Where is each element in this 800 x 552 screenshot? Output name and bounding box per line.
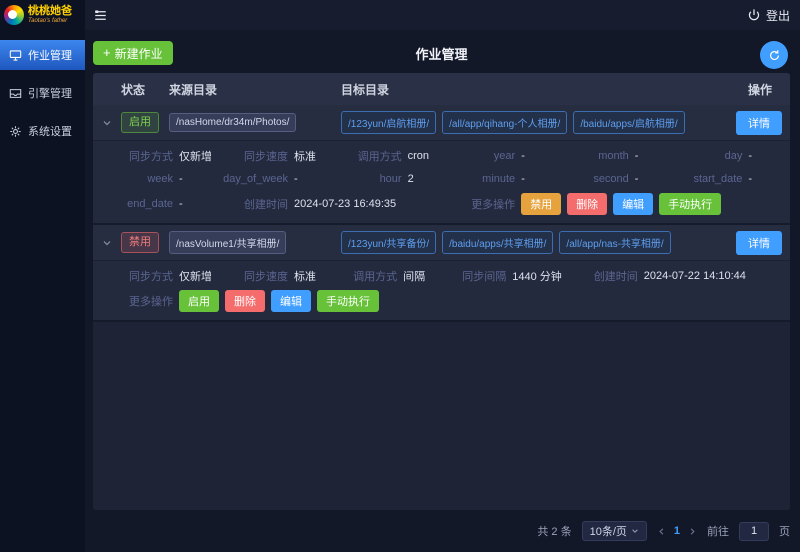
field-sync-mode: 同步方式 仅新增 [97, 147, 212, 165]
target-dir-list: /123yun/启航相册/ /all/app/qihang-个人相册/ /bai… [341, 111, 698, 134]
gear-icon [9, 125, 22, 138]
field-created: 创建时间 2024-07-22 14:10:44 [562, 267, 780, 285]
logout-label: 登出 [766, 7, 790, 24]
field-hour: hour 2 [326, 170, 440, 188]
page-size-select[interactable]: 10条/页 [582, 521, 647, 541]
chevron-down-icon[interactable] [93, 238, 121, 248]
table-header: 状态 来源目录 目标目录 操作 [93, 73, 790, 105]
page-unit-label: 页 [779, 523, 790, 539]
sidebar-item-jobs[interactable]: 作业管理 [0, 40, 85, 70]
field-second: second - [553, 170, 667, 188]
table-empty-space [93, 322, 790, 510]
row-details: 同步方式 仅新增 同步速度 标准 调用方式 间隔 同步间隔 [93, 261, 790, 322]
brand-logo-icon [4, 5, 24, 25]
inbox-icon [9, 87, 22, 100]
field-sync-mode: 同步方式 仅新增 [97, 267, 212, 285]
pagination: 共 2 条 10条/页 1 前往 页 [93, 518, 790, 544]
topbar: 登出 [85, 0, 800, 30]
target-dir-tag: /baidu/apps/启航相册/ [573, 111, 684, 134]
next-page-button[interactable] [688, 527, 697, 536]
monitor-icon [9, 49, 22, 62]
brand-subtitle: Taotao's father [28, 18, 72, 24]
toolbar: 新建作业 作业管理 [93, 37, 790, 69]
field-month: month - [553, 147, 667, 165]
menu-fold-icon[interactable] [91, 6, 109, 24]
goto-page-input[interactable] [739, 522, 769, 541]
field-more-actions: 更多操作 禁用 删除 编辑 手动执行 [439, 193, 780, 215]
detail-button[interactable]: 详情 [736, 231, 782, 255]
brand-logo: 桃桃她爸 Taotao's father [0, 0, 85, 30]
sidebar-item-settings[interactable]: 系统设置 [0, 116, 85, 146]
status-badge: 禁用 [121, 232, 159, 252]
sidebar: 桃桃她爸 Taotao's father 作业管理 引擎管理 [0, 0, 85, 552]
target-dir-tag: /all/app/nas-共享相册/ [559, 231, 670, 254]
delete-button[interactable]: 删除 [225, 290, 265, 312]
content: 新建作业 作业管理 状态 来源目录 目标目录 操作 [85, 30, 800, 552]
field-day: day - [666, 147, 780, 165]
plus-icon [103, 46, 111, 60]
target-dir-tag: /123yun/启航相册/ [341, 111, 436, 134]
source-dir-tag: /nasHome/dr34m/Photos/ [169, 113, 296, 132]
source-dir-tag: /nasVolume1/共享相册/ [169, 231, 286, 254]
chevron-left-icon [657, 527, 666, 536]
field-created: 创建时间 2024-07-23 16:49:35 [212, 193, 439, 215]
main-area: 登出 新建作业 作业管理 状态 [85, 0, 800, 552]
sidebar-item-engine[interactable]: 引擎管理 [0, 78, 85, 108]
page-title: 作业管理 [93, 44, 790, 63]
field-more-actions: 更多操作 启用 删除 编辑 手动执行 [97, 290, 780, 312]
edit-button[interactable]: 编辑 [613, 193, 653, 215]
page-size-value: 10条/页 [590, 523, 627, 539]
brand-title: 桃桃她爸 [28, 6, 72, 17]
field-end-date: end_date - [97, 193, 212, 215]
sidebar-item-label: 引擎管理 [28, 85, 72, 101]
goto-label: 前往 [707, 523, 729, 539]
chevron-down-icon [631, 527, 639, 535]
target-dir-list: /123yun/共享备份/ /baidu/apps/共享相册/ /all/app… [341, 231, 698, 254]
delete-button[interactable]: 删除 [567, 193, 607, 215]
page-number-button[interactable]: 1 [674, 525, 680, 537]
enable-button[interactable]: 启用 [179, 290, 219, 312]
refresh-button[interactable] [760, 41, 788, 69]
field-sync-speed: 同步速度 标准 [212, 267, 321, 285]
chevron-down-icon[interactable] [93, 118, 121, 128]
status-badge: 启用 [121, 112, 159, 132]
field-day-of-week: day_of_week - [212, 170, 326, 188]
new-job-button[interactable]: 新建作业 [93, 41, 173, 65]
field-invoke-mode: 调用方式 cron [326, 147, 440, 165]
row-details: 同步方式 仅新增 同步速度 标准 调用方式 cron year [93, 141, 790, 225]
target-dir-tag: /baidu/apps/共享相册/ [442, 231, 553, 254]
target-dir-tag: /123yun/共享备份/ [341, 231, 436, 254]
field-year: year - [439, 147, 553, 165]
table-row: 禁用 /nasVolume1/共享相册/ /123yun/共享备份/ /baid… [93, 225, 790, 261]
target-dir-tag: /all/app/qihang-个人相册/ [442, 111, 567, 134]
logout-button[interactable]: 登出 [747, 7, 790, 24]
col-target: 目标目录 [341, 81, 698, 98]
field-sync-interval: 同步间隔 1440 分钟 [430, 267, 562, 285]
sidebar-item-label: 作业管理 [28, 47, 72, 63]
app-root: 桃桃她爸 Taotao's father 作业管理 引擎管理 [0, 0, 800, 552]
col-actions: 操作 [698, 81, 790, 98]
edit-button[interactable]: 编辑 [271, 290, 311, 312]
new-job-label: 新建作业 [115, 45, 163, 62]
total-count: 共 2 条 [537, 523, 571, 539]
field-sync-speed: 同步速度 标准 [212, 147, 326, 165]
prev-page-button[interactable] [657, 527, 666, 536]
refresh-icon [768, 49, 781, 62]
field-invoke-mode: 调用方式 间隔 [321, 267, 430, 285]
table-row: 启用 /nasHome/dr34m/Photos/ /123yun/启航相册/ … [93, 105, 790, 141]
field-minute: minute - [439, 170, 553, 188]
chevron-right-icon [688, 527, 697, 536]
sidebar-nav: 作业管理 引擎管理 系统设置 [0, 40, 85, 146]
jobs-table: 状态 来源目录 目标目录 操作 启用 /nasHome/dr34m/Photos… [93, 73, 790, 510]
manual-run-button[interactable]: 手动执行 [317, 290, 379, 312]
manual-run-button[interactable]: 手动执行 [659, 193, 721, 215]
disable-button[interactable]: 禁用 [521, 193, 561, 215]
col-source: 来源目录 [169, 81, 341, 98]
power-icon [747, 8, 761, 22]
col-status: 状态 [121, 81, 169, 98]
field-week: week - [97, 170, 212, 188]
detail-button[interactable]: 详情 [736, 111, 782, 135]
sidebar-item-label: 系统设置 [28, 123, 72, 139]
field-start-date: start_date - [666, 170, 780, 188]
